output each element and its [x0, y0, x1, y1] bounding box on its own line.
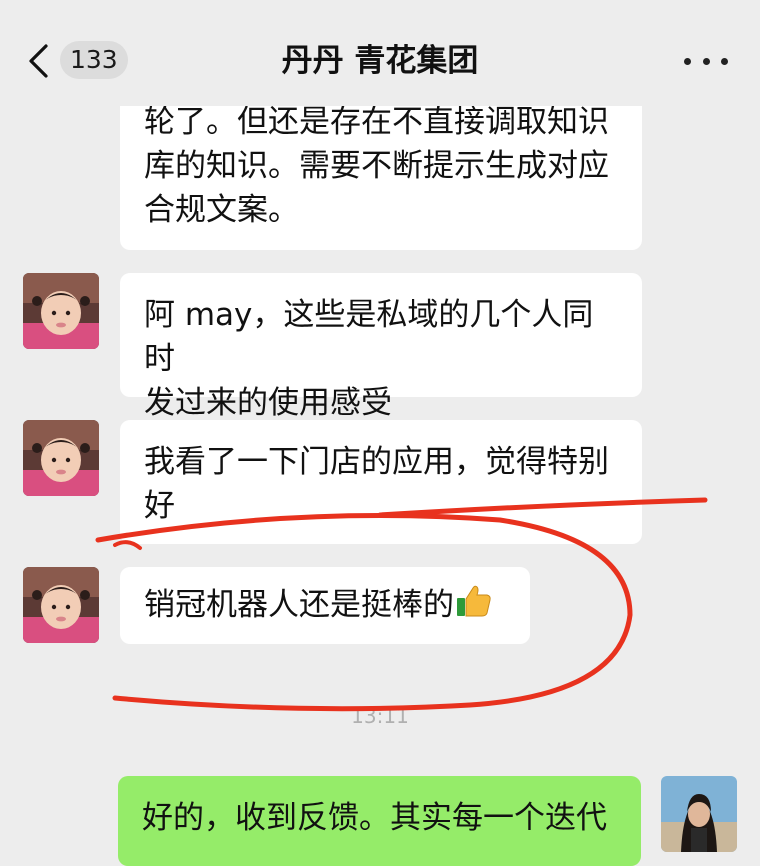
dot-icon — [702, 57, 710, 65]
message-timestamp: 13:11 — [351, 704, 409, 728]
child-avatar-icon — [23, 273, 99, 349]
thumbs-up-icon — [456, 584, 492, 630]
dot-icon — [684, 57, 691, 65]
my-avatar[interactable] — [661, 776, 737, 852]
message-text: 阿 may，这些是私域的几个人同时 发过来的使用感受 — [144, 297, 594, 421]
chat-header: 133 丹丹 青花集团 — [0, 0, 760, 106]
contact-avatar[interactable] — [23, 567, 99, 643]
message-text: 好的，收到反馈。其实每一个迭代 — [142, 800, 607, 836]
child-avatar-icon — [23, 567, 99, 643]
more-options-button[interactable] — [684, 46, 728, 76]
chat-title: 丹丹 青花集团 — [281, 43, 479, 79]
dot-icon — [721, 57, 728, 65]
message-text: 我看了一下门店的应用，觉得特别 好 — [144, 444, 609, 524]
message-bubble[interactable]: 销冠机器人还是挺棒的 — [120, 567, 530, 644]
message-bubble[interactable]: 好的，收到反馈。其实每一个迭代 — [118, 776, 641, 866]
contact-avatar[interactable] — [23, 420, 99, 496]
message-bubble[interactable]: 阿 may，这些是私域的几个人同时 发过来的使用感受 — [120, 273, 642, 421]
message-text: 轮了。但还是存在不直接调取知识 库的知识。需要不断提示生成对应 合规文案。 — [144, 104, 609, 228]
woman-avatar-icon — [661, 776, 737, 852]
child-avatar-icon — [23, 420, 99, 496]
contact-avatar[interactable] — [23, 273, 99, 349]
message-text: 销冠机器人还是挺棒的 — [144, 587, 454, 623]
message-bubble[interactable]: 我看了一下门店的应用，觉得特别 好 — [120, 420, 642, 544]
